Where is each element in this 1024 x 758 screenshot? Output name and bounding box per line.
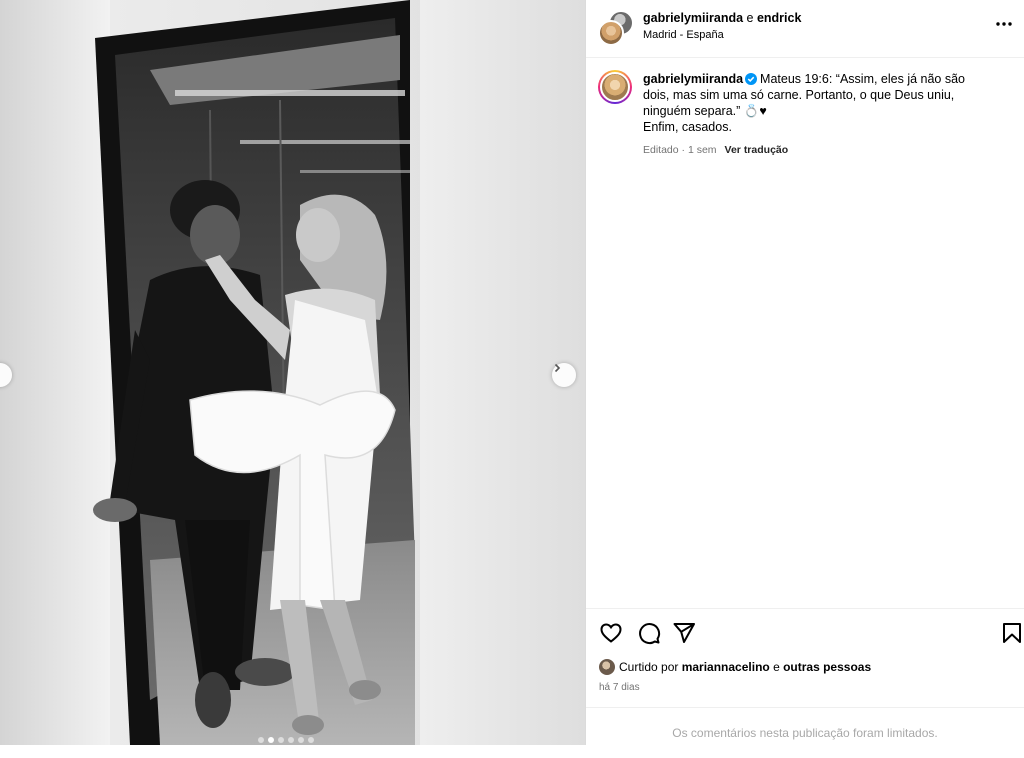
bookmark-icon	[1003, 623, 1021, 643]
comment-button[interactable]	[637, 621, 661, 645]
carousel-dot	[288, 737, 294, 743]
caption-text: gabrielymiiranda Mateus 19:6: “Assim, ele…	[643, 71, 993, 135]
carousel-dot	[298, 737, 304, 743]
liked-by: Curtido por mariannacelino e outras pess…	[599, 659, 871, 675]
carousel-indicator	[258, 737, 314, 743]
carousel-dot	[308, 737, 314, 743]
carousel-dot	[278, 737, 284, 743]
chevron-right-icon	[554, 363, 561, 373]
save-button[interactable]	[1000, 621, 1024, 645]
comment-icon	[639, 623, 661, 645]
liked-by-others-link[interactable]: outras pessoas	[783, 660, 871, 674]
post-media[interactable]	[0, 0, 585, 745]
like-button[interactable]	[599, 621, 623, 645]
liked-by-prefix: Curtido por	[619, 660, 682, 674]
comments-limited-notice: Os comentários nesta publicação foram li…	[586, 707, 1024, 747]
avatar[interactable]	[598, 70, 632, 104]
see-translation-button[interactable]: Ver tradução	[725, 144, 789, 156]
post-header: gabrielymiiranda e endrick Madrid - Espa…	[586, 0, 1024, 58]
caption-username[interactable]: gabrielymiiranda	[643, 72, 743, 86]
liked-by-user-link[interactable]: mariannacelino	[682, 660, 770, 674]
post-sidebar: gabrielymiiranda e endrick Madrid - Espa…	[585, 0, 1024, 745]
coauthor-link[interactable]: endrick	[757, 11, 801, 25]
avatar	[598, 20, 624, 46]
coauthor-avatars[interactable]	[598, 10, 634, 46]
carousel-dot	[258, 737, 264, 743]
share-button[interactable]	[672, 621, 696, 645]
verified-badge-icon	[745, 73, 758, 85]
post-photo	[0, 0, 585, 745]
post-actions: Curtido por mariannacelino e outras pess…	[586, 608, 1024, 746]
caption-meta: Editado · 1 sem Ver tradução	[643, 144, 788, 156]
post-timestamp[interactable]: há 7 dias	[599, 682, 640, 693]
send-icon	[673, 623, 695, 643]
caption-body-line2: Enfim, casados.	[643, 120, 732, 134]
authors-conjunction: e	[743, 11, 757, 25]
author-link[interactable]: gabrielymiiranda	[643, 11, 743, 25]
avatar[interactable]	[599, 659, 615, 675]
post-authors: gabrielymiiranda e endrick	[643, 11, 801, 25]
carousel-dot	[268, 737, 274, 743]
next-photo-button[interactable]	[552, 363, 576, 387]
location-link[interactable]: Madrid - España	[643, 29, 724, 41]
heart-icon	[600, 623, 622, 643]
post-dialog: gabrielymiiranda e endrick Madrid - Espa…	[0, 0, 1024, 745]
more-options-button[interactable]	[992, 12, 1016, 36]
liked-by-middle: e	[769, 660, 784, 674]
edited-label: Editado · 1 sem	[643, 144, 717, 156]
more-options-icon	[996, 22, 1012, 26]
